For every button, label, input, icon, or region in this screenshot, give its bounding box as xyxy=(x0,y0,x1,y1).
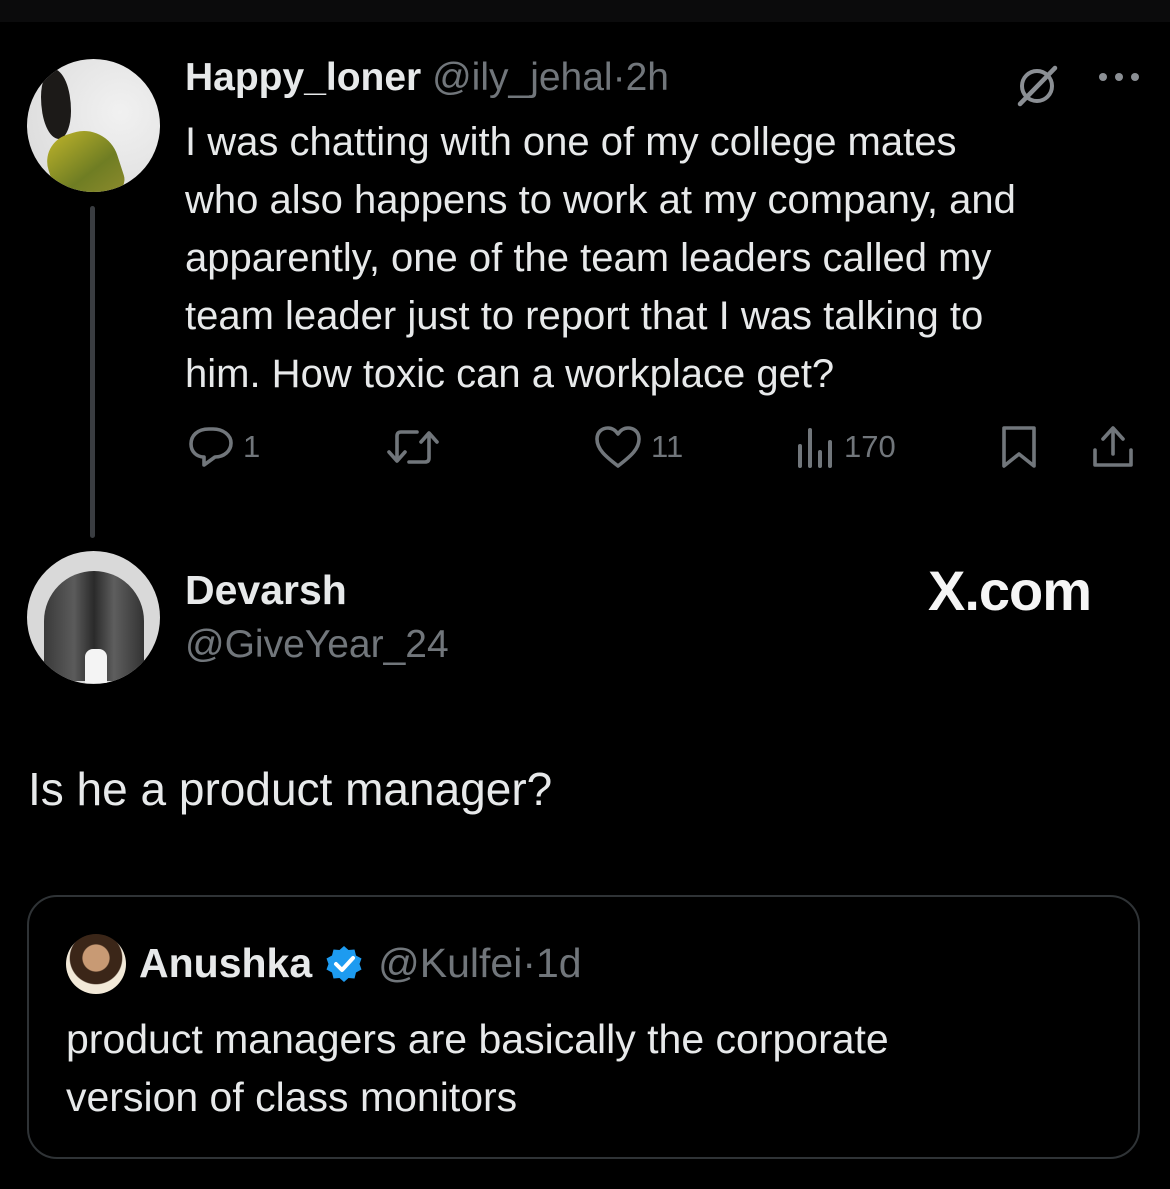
tweet-line: who also happens to work at my company, … xyxy=(185,178,1016,222)
quoted-timestamp[interactable]: 1d xyxy=(536,940,582,987)
like-count: 11 xyxy=(651,429,684,464)
tweet-header: Happy_loner @ily_jehal·2h xyxy=(185,56,669,100)
tweet-body: I was chatting with one of my college ma… xyxy=(185,113,1145,403)
quoted-body: product managers are basically the corpo… xyxy=(66,1010,889,1126)
quoted-line: version of class monitors xyxy=(66,1074,518,1120)
display-name[interactable]: Happy_loner xyxy=(185,56,421,99)
avatar-person xyxy=(85,649,107,683)
quoted-header: Anushka @Kulfei · 1d xyxy=(139,940,582,987)
like-icon xyxy=(595,426,641,468)
grok-icon[interactable] xyxy=(1014,62,1060,108)
retweet-button[interactable] xyxy=(385,424,449,470)
separator: · xyxy=(612,56,626,99)
thread-line xyxy=(90,206,95,538)
avatar-hair xyxy=(41,69,71,139)
quoted-display-name[interactable]: Anushka xyxy=(139,940,312,987)
bookmark-button[interactable] xyxy=(999,424,1039,470)
share-button[interactable] xyxy=(1090,424,1136,470)
reply-button[interactable]: 1 xyxy=(187,424,260,470)
bookmark-icon xyxy=(1002,426,1036,468)
verified-badge-icon[interactable] xyxy=(324,944,364,984)
retweet-icon xyxy=(387,430,439,464)
reply-handle[interactable]: @GiveYear_24 xyxy=(185,623,449,667)
status-bar xyxy=(0,0,1170,22)
tweet-line: team leader just to report that I was ta… xyxy=(185,294,984,338)
quoted-handle[interactable]: @Kulfei xyxy=(378,940,522,987)
more-icon[interactable] xyxy=(1095,62,1143,92)
views-icon xyxy=(798,428,832,468)
avatar-devarsh[interactable] xyxy=(27,551,160,684)
tweet-line: apparently, one of the team leaders call… xyxy=(185,236,992,280)
quoted-separator: · xyxy=(522,940,536,986)
reply-count: 1 xyxy=(243,429,261,464)
avatar-happy-loner[interactable] xyxy=(27,59,160,192)
tweet-line: him. How toxic can a workplace get? xyxy=(185,352,835,396)
handle[interactable]: @ily_jehal xyxy=(432,56,613,99)
reply-display-name[interactable]: Devarsh xyxy=(185,567,347,614)
share-icon xyxy=(1093,426,1133,467)
x-watermark: X.com xyxy=(928,559,1092,622)
quoted-line: product managers are basically the corpo… xyxy=(66,1016,889,1062)
avatar-anushka[interactable] xyxy=(66,934,126,994)
reply-text: Is he a product manager? xyxy=(28,763,553,815)
like-button[interactable]: 11 xyxy=(593,424,683,470)
tweet-line: I was chatting with one of my college ma… xyxy=(185,120,957,164)
views-count: 170 xyxy=(844,429,896,464)
timestamp[interactable]: 2h xyxy=(626,56,669,99)
reply-icon xyxy=(189,427,233,467)
views-button[interactable]: 170 xyxy=(796,424,896,470)
